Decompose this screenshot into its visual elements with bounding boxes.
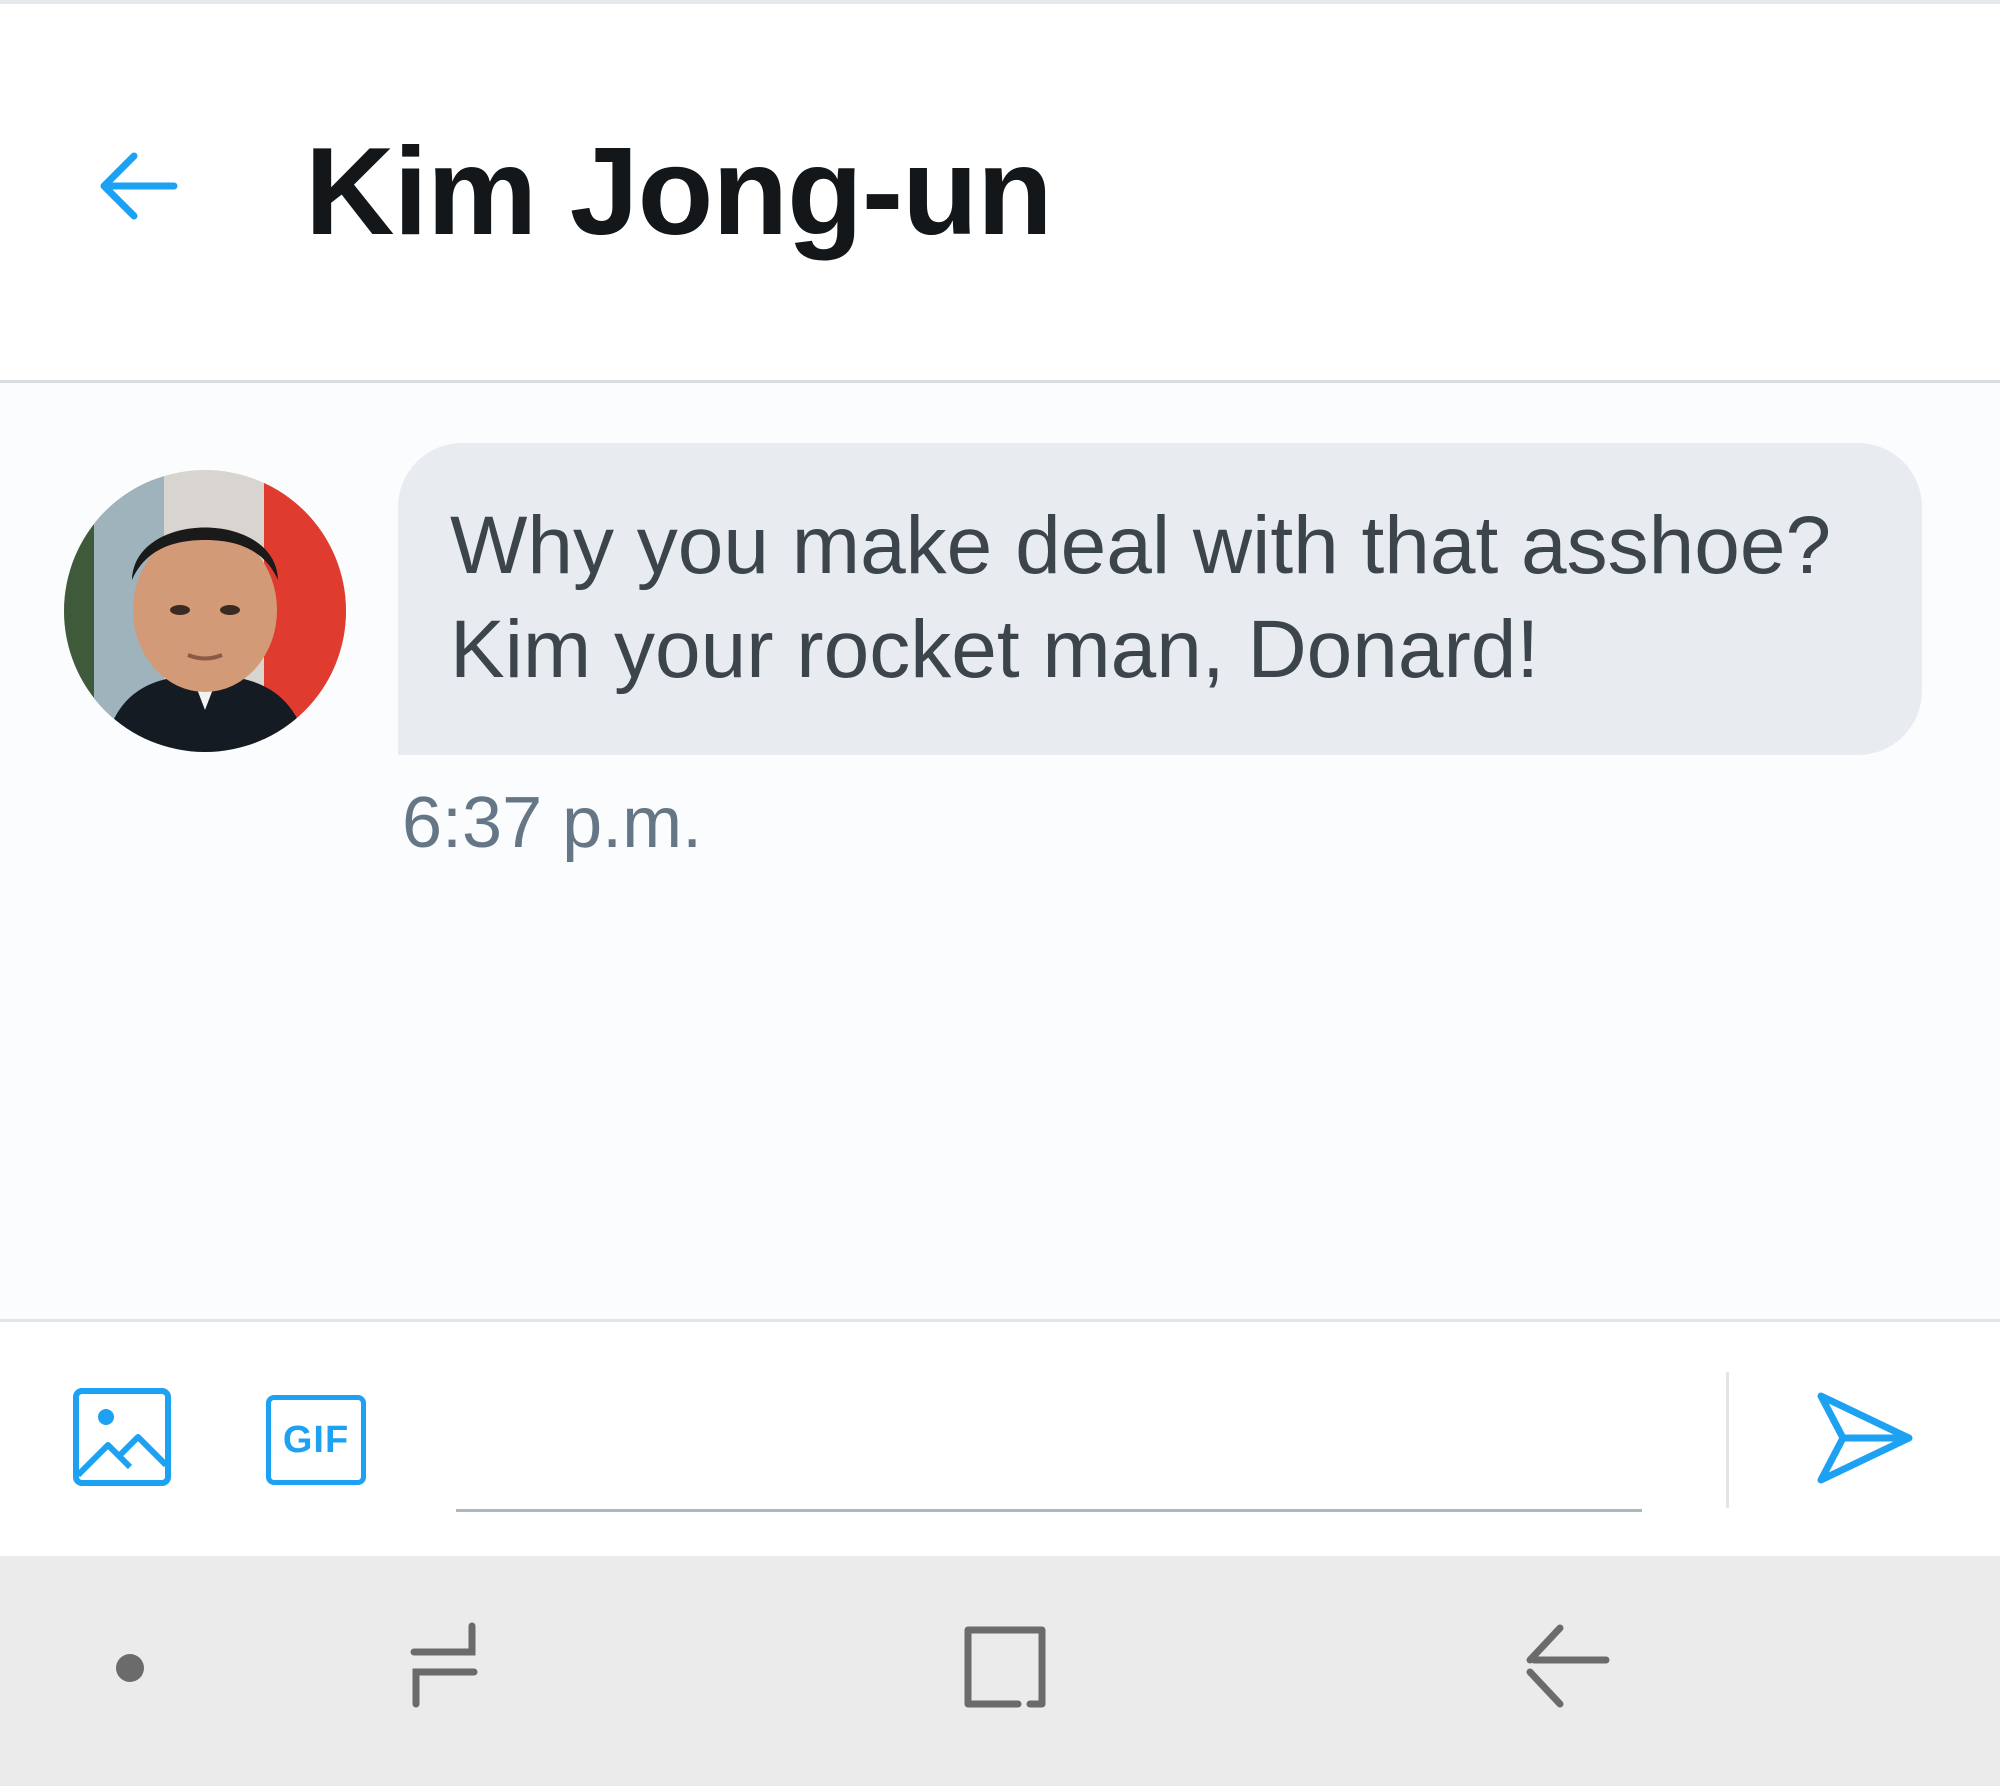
recents-icon (400, 1618, 490, 1723)
avatar-photo (64, 470, 346, 752)
gif-button[interactable]: GIF (262, 1391, 370, 1489)
conversation-header: Kim Jong-un (0, 4, 2000, 383)
home-icon (958, 1620, 1052, 1719)
page-title: Kim Jong-un (305, 123, 1053, 261)
image-icon (72, 1387, 172, 1492)
gif-icon: GIF (266, 1395, 366, 1485)
send-button[interactable] (1810, 1390, 1920, 1490)
nav-back-button[interactable] (1516, 1622, 1612, 1718)
dm-screen: Kim Jong-un Why you make deal with that … (0, 0, 2000, 1786)
arrow-left-icon (96, 144, 180, 233)
back-button[interactable] (88, 138, 188, 238)
message-timestamp: 6:37 p.m. (402, 783, 703, 863)
add-photo-button[interactable] (70, 1387, 174, 1491)
message-text-line: Why you make deal with that asshoe? (450, 500, 1832, 591)
send-icon (1815, 1388, 1915, 1493)
message-text-line: Kim your rocket man, Donard! (450, 604, 1540, 695)
nav-dot-button[interactable] (100, 1640, 160, 1700)
nav-recents-button[interactable] (400, 1620, 490, 1720)
message-bubble[interactable] (398, 443, 1922, 755)
avatar[interactable] (64, 470, 346, 752)
message-input[interactable] (456, 1392, 1642, 1512)
back-icon (1516, 1620, 1612, 1721)
nav-home-button[interactable] (958, 1622, 1052, 1716)
dot-icon (110, 1648, 150, 1693)
composer-divider (1726, 1372, 1729, 1508)
